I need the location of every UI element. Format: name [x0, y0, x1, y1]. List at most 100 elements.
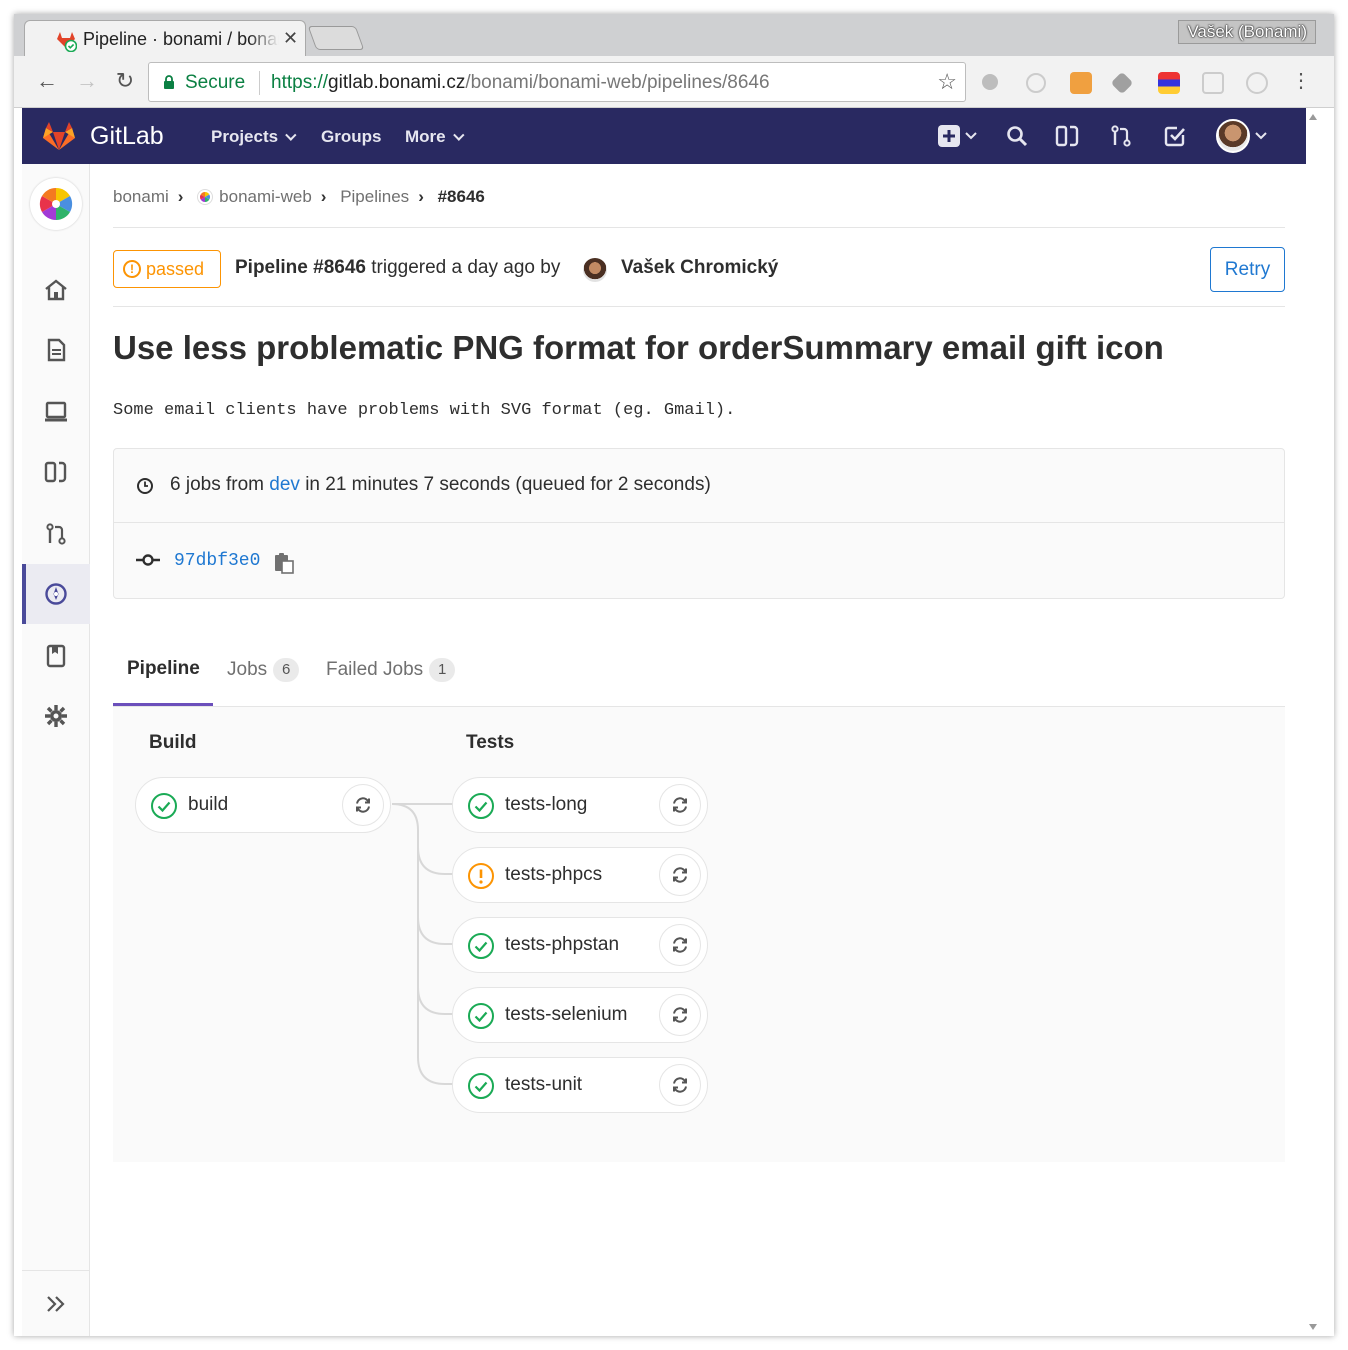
sidebar-item-repository[interactable]: [22, 320, 90, 380]
job-name: build: [188, 794, 229, 815]
double-chevron-right-icon: [47, 1296, 65, 1312]
laptop-icon: [45, 401, 67, 422]
job-name: tests-selenium: [505, 1004, 628, 1025]
job-tests-selenium[interactable]: tests-selenium: [452, 987, 708, 1043]
author-avatar[interactable]: [583, 258, 607, 282]
rocket-icon: [45, 583, 67, 605]
branch-link[interactable]: dev: [269, 474, 300, 495]
url-text: https://gitlab.bonami.cz/bonami/bonami-w…: [271, 72, 770, 93]
search-icon[interactable]: [1004, 123, 1030, 149]
page-scrollbar[interactable]: [1306, 108, 1320, 1336]
retry-icon: [673, 1077, 687, 1093]
job-name: tests-phpcs: [505, 864, 603, 885]
status-badge[interactable]: ! passed: [113, 250, 221, 288]
jobs-count-badge: 6: [273, 658, 300, 682]
chevron-down-icon[interactable]: [964, 123, 978, 149]
commit-title: Use less problematic PNG format for orde…: [113, 329, 1164, 366]
success-status-icon: [151, 793, 177, 819]
clipboard-icon[interactable]: [274, 552, 294, 574]
job-retry-button[interactable]: [342, 784, 384, 826]
extension-icon[interactable]: [1070, 72, 1092, 94]
book-icon: [46, 644, 66, 668]
commit-icon: [136, 554, 160, 566]
job-retry-button[interactable]: [659, 854, 701, 896]
job-retry-button[interactable]: [659, 994, 701, 1036]
commit-sha-link[interactable]: 97dbf3e0: [174, 551, 260, 571]
nav-groups[interactable]: Groups: [321, 127, 381, 147]
extension-icon[interactable]: [982, 74, 998, 90]
merge-request-icon: [46, 523, 66, 545]
stage-title-build: Build: [149, 732, 197, 753]
breadcrumb-group[interactable]: bonami: [113, 187, 169, 207]
success-status-icon: [468, 1073, 494, 1099]
address-bar[interactable]: Secure https://gitlab.bonami.cz/bonami/b…: [148, 62, 966, 102]
extension-icon[interactable]: [1026, 73, 1046, 93]
forward-icon[interactable]: →: [74, 68, 100, 94]
pipeline-info: Pipeline #8646 triggered a day ago by: [235, 257, 561, 278]
job-tests-long[interactable]: tests-long: [452, 777, 708, 833]
extension-icon[interactable]: [1246, 72, 1268, 94]
bonami-logo-icon: [197, 188, 214, 205]
breadcrumb-current[interactable]: #8646: [438, 187, 485, 207]
author-name[interactable]: Vašek Chromický: [621, 257, 778, 279]
reload-icon[interactable]: ↻: [112, 68, 138, 94]
project-sidebar: [22, 164, 90, 1336]
tab-jobs[interactable]: Jobs 6: [227, 658, 300, 682]
nav-more[interactable]: More: [405, 127, 465, 147]
secure-label: Secure: [185, 72, 246, 93]
jobs-summary: 6 jobs from dev in 21 minutes 7 seconds …: [170, 474, 711, 495]
sidebar-item-settings[interactable]: [22, 686, 90, 746]
browser-tab[interactable]: Pipeline · bonami / bonami-web ✕: [24, 20, 306, 56]
back-icon[interactable]: ←: [34, 68, 60, 94]
breadcrumb-project[interactable]: bonami-web: [219, 187, 312, 207]
gitlab-header: GitLab Projects Groups More: [22, 108, 1306, 164]
sidebar-collapse-button[interactable]: [22, 1270, 90, 1336]
pipeline-info-box: 6 jobs from dev in 21 minutes 7 seconds …: [113, 448, 1285, 599]
job-tests-phpcs[interactable]: tests-phpcs: [452, 847, 708, 903]
gitlab-brand[interactable]: GitLab: [90, 122, 164, 151]
sidebar-item-merge-requests[interactable]: [22, 504, 90, 564]
clock-icon: [137, 478, 153, 494]
nav-projects[interactable]: Projects: [211, 127, 297, 147]
bookmark-star-icon[interactable]: ☆: [937, 69, 957, 95]
warning-status-icon: [468, 863, 494, 889]
profile-button[interactable]: Vašek (Bonami): [1178, 20, 1316, 44]
sidebar-item-wiki[interactable]: [22, 626, 90, 686]
job-name: tests-unit: [505, 1074, 583, 1095]
new-item-icon[interactable]: [936, 123, 962, 149]
job-retry-button[interactable]: [659, 784, 701, 826]
new-tab-button[interactable]: [307, 26, 365, 50]
retry-button[interactable]: Retry: [1210, 247, 1285, 292]
job-retry-button[interactable]: [659, 924, 701, 966]
merge-requests-icon[interactable]: [1108, 123, 1134, 149]
gitlab-logo-icon[interactable]: [42, 121, 76, 151]
extension-icon[interactable]: [1202, 72, 1224, 94]
job-tests-unit[interactable]: tests-unit: [452, 1057, 708, 1113]
user-avatar[interactable]: [1216, 119, 1250, 153]
chevron-down-icon[interactable]: [1254, 123, 1268, 149]
tag-extension-icon[interactable]: [1110, 71, 1134, 95]
job-build[interactable]: build: [135, 777, 391, 833]
sidebar-item-issues[interactable]: [22, 442, 90, 502]
retry-icon: [673, 937, 687, 953]
bonami-logo-icon: [39, 187, 73, 221]
breadcrumb-pipelines[interactable]: Pipelines: [340, 187, 409, 207]
pipeline-tabs: Pipeline Jobs 6 Failed Jobs 1: [113, 632, 1285, 707]
document-icon: [47, 338, 66, 362]
tab-close-icon[interactable]: ✕: [283, 28, 298, 49]
sidebar-item-ci-cd[interactable]: [22, 564, 90, 624]
job-tests-phpstan[interactable]: tests-phpstan: [452, 917, 708, 973]
job-name: tests-long: [505, 794, 588, 815]
project-avatar[interactable]: [30, 178, 82, 230]
extension-icon[interactable]: [1158, 72, 1180, 94]
browser-menu-icon[interactable]: ⋮: [1288, 68, 1314, 94]
job-name: tests-phpstan: [505, 934, 620, 955]
tab-failed-jobs[interactable]: Failed Jobs 1: [326, 658, 456, 682]
breadcrumb: bonami › bonami-web › Pipelines › #8646: [113, 186, 485, 207]
todos-icon[interactable]: [1162, 123, 1188, 149]
tab-pipeline[interactable]: Pipeline: [127, 658, 200, 680]
job-retry-button[interactable]: [659, 1064, 701, 1106]
sidebar-item-registry[interactable]: [22, 382, 90, 442]
issues-icon[interactable]: [1054, 123, 1080, 149]
sidebar-item-overview[interactable]: [22, 260, 90, 320]
